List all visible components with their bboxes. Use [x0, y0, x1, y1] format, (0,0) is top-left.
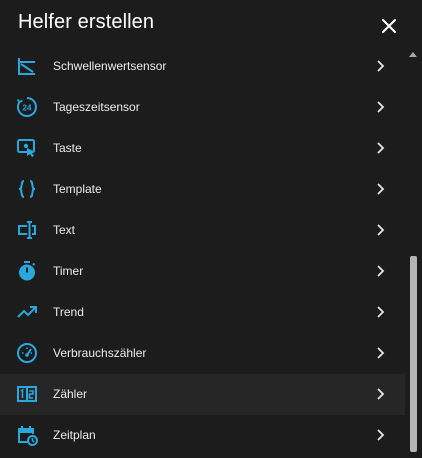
counter-icon [15, 382, 39, 406]
list-item-text[interactable]: Text [0, 210, 405, 251]
chevron-right-icon [372, 345, 388, 361]
item-label: Verbrauchszähler [53, 346, 147, 360]
item-label: Trend [53, 305, 84, 319]
item-label: Timer [53, 264, 84, 278]
close-icon [382, 19, 396, 33]
list-item-timer[interactable]: Timer [0, 251, 405, 292]
close-button[interactable] [377, 14, 401, 38]
trending-up-icon [15, 300, 39, 324]
create-helper-dialog: Helfer erstellen Schwellenwertsensor 24 … [0, 0, 422, 458]
stopwatch-icon [15, 259, 39, 283]
item-label: Zeitplan [53, 428, 96, 442]
chevron-right-icon [372, 304, 388, 320]
vertical-scrollbar[interactable] [405, 46, 422, 458]
item-label: Template [53, 182, 102, 196]
svg-text:24: 24 [23, 104, 32, 113]
item-label: Taste [53, 141, 82, 155]
item-label: Tageszeitsensor [53, 100, 140, 114]
time-of-day-24-icon: 24 [15, 95, 39, 119]
chevron-right-icon [372, 181, 388, 197]
list-item-zaehler[interactable]: Zähler [0, 374, 405, 415]
list-item-tageszeitsensor[interactable]: 24 Tageszeitsensor [0, 87, 405, 128]
threshold-sensor-icon [15, 54, 39, 78]
dialog-title: Helfer erstellen [18, 11, 155, 33]
item-label: Text [53, 223, 76, 237]
chevron-right-icon [372, 222, 388, 238]
list-item-zeitplan[interactable]: Zeitplan [0, 415, 405, 456]
chevron-right-icon [372, 427, 388, 443]
list-item-schwellenwertsensor[interactable]: Schwellenwertsensor [0, 46, 405, 87]
item-label: Schwellenwertsensor [53, 59, 167, 73]
chevron-right-icon [372, 58, 388, 74]
chevron-right-icon [372, 263, 388, 279]
list-item-taste[interactable]: Taste [0, 128, 405, 169]
chevron-right-icon [372, 99, 388, 115]
scroll-up-arrow-icon[interactable] [409, 52, 417, 57]
gauge-meter-icon [15, 341, 39, 365]
item-label: Zähler [53, 387, 88, 401]
text-field-icon [15, 218, 39, 242]
list-item-template[interactable]: Template [0, 169, 405, 210]
dialog-header: Helfer erstellen [0, 0, 422, 50]
calendar-clock-icon [15, 423, 39, 447]
chevron-right-icon [372, 386, 388, 402]
scrollbar-thumb[interactable] [410, 256, 417, 452]
list-item-trend[interactable]: Trend [0, 292, 405, 333]
chevron-right-icon [372, 140, 388, 156]
helper-list[interactable]: Schwellenwertsensor 24 Tageszeitsensor T… [0, 46, 405, 458]
curly-braces-icon [15, 177, 39, 201]
button-press-icon [15, 136, 39, 160]
list-item-verbrauchszaehler[interactable]: Verbrauchszähler [0, 333, 405, 374]
